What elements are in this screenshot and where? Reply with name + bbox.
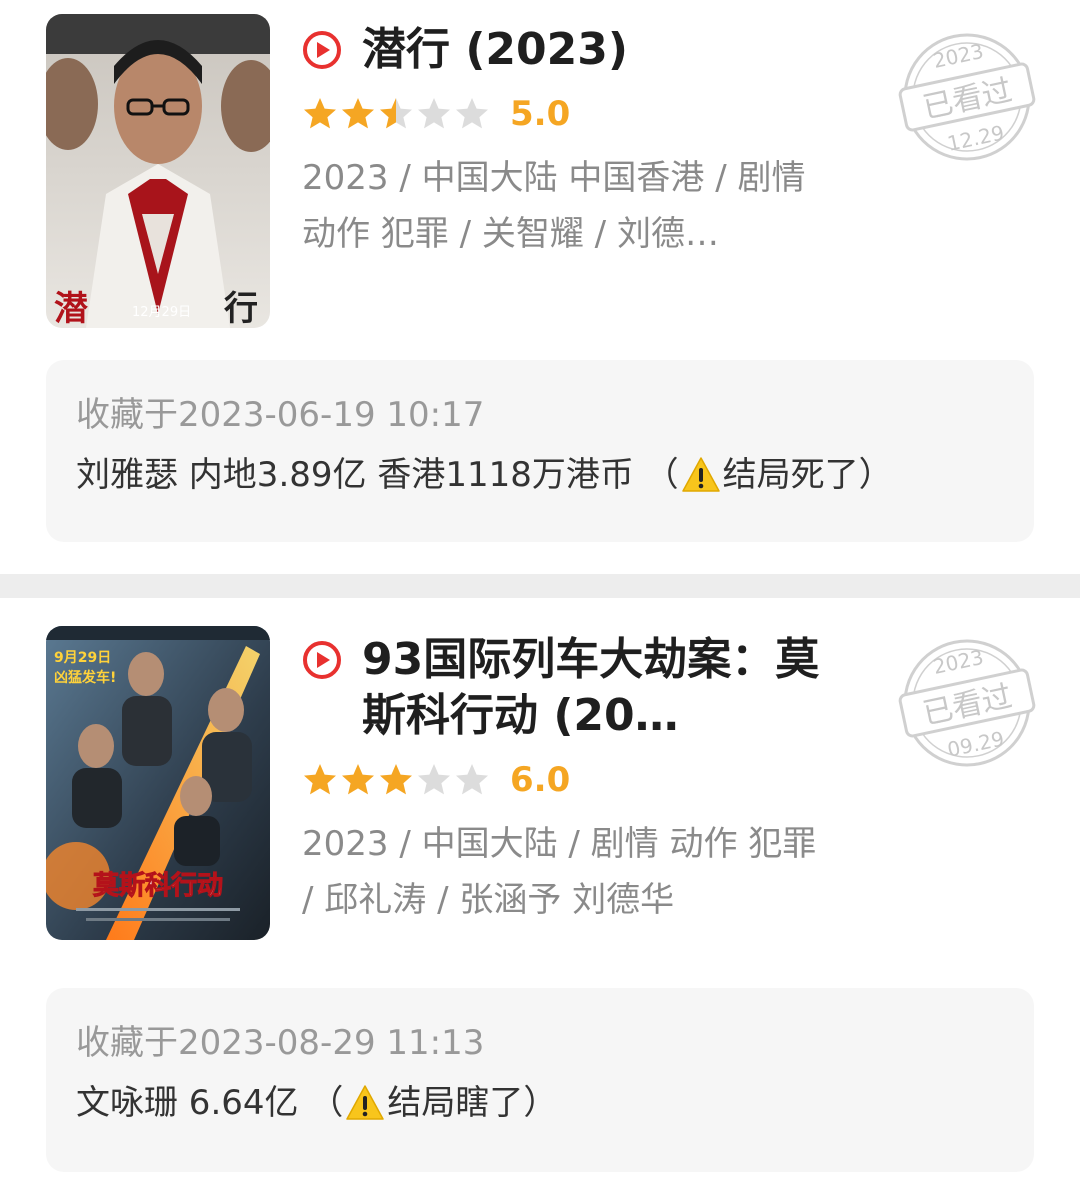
star-icon <box>456 98 488 129</box>
star-icon <box>380 764 412 795</box>
collected-time: 收藏于2023-08-29 11:13 <box>76 1023 485 1063</box>
movie-title[interactable]: 潜行 (2023) <box>362 22 628 78</box>
star-icon <box>456 764 488 795</box>
play-icon[interactable] <box>302 640 342 680</box>
movie-entry[interactable]: 9月29日 凶猛发车! 莫斯科行动 93国际列车大劫案：莫斯科行动 (20… 6… <box>0 598 1080 1186</box>
comment-after: 结局瞎了） <box>387 1083 558 1123</box>
star-rating <box>302 762 492 798</box>
poster-release-date: 9月29日 <box>54 650 111 666</box>
star-icon <box>304 764 336 795</box>
movie-poster[interactable]: 9月29日 凶猛发车! 莫斯科行动 <box>46 626 270 940</box>
warning-icon <box>681 457 720 492</box>
play-icon[interactable] <box>302 30 342 70</box>
rating-score: 6.0 <box>510 760 571 800</box>
watched-stamp-icon: 2023 已看过 12.29 <box>898 33 1036 161</box>
star-icon <box>342 764 374 795</box>
warning-icon <box>346 1085 385 1120</box>
comment-text: 文咏珊 6.64亿 （ 结局瞎了） <box>76 1072 1004 1134</box>
rating: 5.0 <box>302 92 862 136</box>
collection-note[interactable]: 收藏于2023-08-29 11:13 文咏珊 6.64亿 （ 结局瞎了） <box>46 988 1034 1172</box>
rating: 6.0 <box>302 758 862 802</box>
star-icon <box>342 98 374 129</box>
collection-note[interactable]: 收藏于2023-06-19 10:17 刘雅瑟 内地3.89亿 香港1118万港… <box>46 360 1034 542</box>
comment-before: 刘雅瑟 内地3.89亿 香港1118万港币 （ <box>76 455 679 495</box>
poster-title-right: 行 <box>224 289 258 328</box>
comment-before: 文咏珊 6.64亿 （ <box>76 1083 344 1123</box>
movie-meta: 2023 / 中国大陆 中国香港 / 剧情 动作 犯罪 / 关智耀 / 刘德… <box>302 158 806 254</box>
poster-tagline: 凶猛发车! <box>54 669 116 686</box>
movie-meta: 2023 / 中国大陆 / 剧情 动作 犯罪 / 邱礼涛 / 张涵予 刘德华 <box>302 824 817 920</box>
star-rating <box>302 96 492 132</box>
movie-poster[interactable]: 潜 行 12月29日 <box>46 14 270 328</box>
star-icon <box>304 98 336 129</box>
comment-text: 刘雅瑟 内地3.89亿 香港1118万港币 （ 结局死了） <box>76 444 1004 506</box>
stamp-year: 2023 <box>931 645 986 679</box>
collected-time: 收藏于2023-06-19 10:17 <box>76 395 485 435</box>
poster-title-left: 潜 <box>54 289 88 328</box>
poster-date: 12月29日 <box>132 305 191 320</box>
movie-title[interactable]: 93国际列车大劫案：莫斯科行动 (20… <box>362 632 862 744</box>
rating-score: 5.0 <box>510 94 571 134</box>
section-divider <box>0 574 1080 598</box>
star-icon <box>418 764 450 795</box>
poster-title: 莫斯科行动 <box>93 870 223 901</box>
movie-entry[interactable]: 潜 行 12月29日 潜行 (2023) 5.0 2023 / 中国大陆 中国香… <box>0 0 1080 574</box>
watched-stamp-icon: 2023 已看过 09.29 <box>898 639 1036 767</box>
star-icon <box>380 98 412 129</box>
star-icon <box>418 98 450 129</box>
comment-after: 结局死了） <box>722 455 893 495</box>
stamp-year: 2023 <box>931 39 986 73</box>
